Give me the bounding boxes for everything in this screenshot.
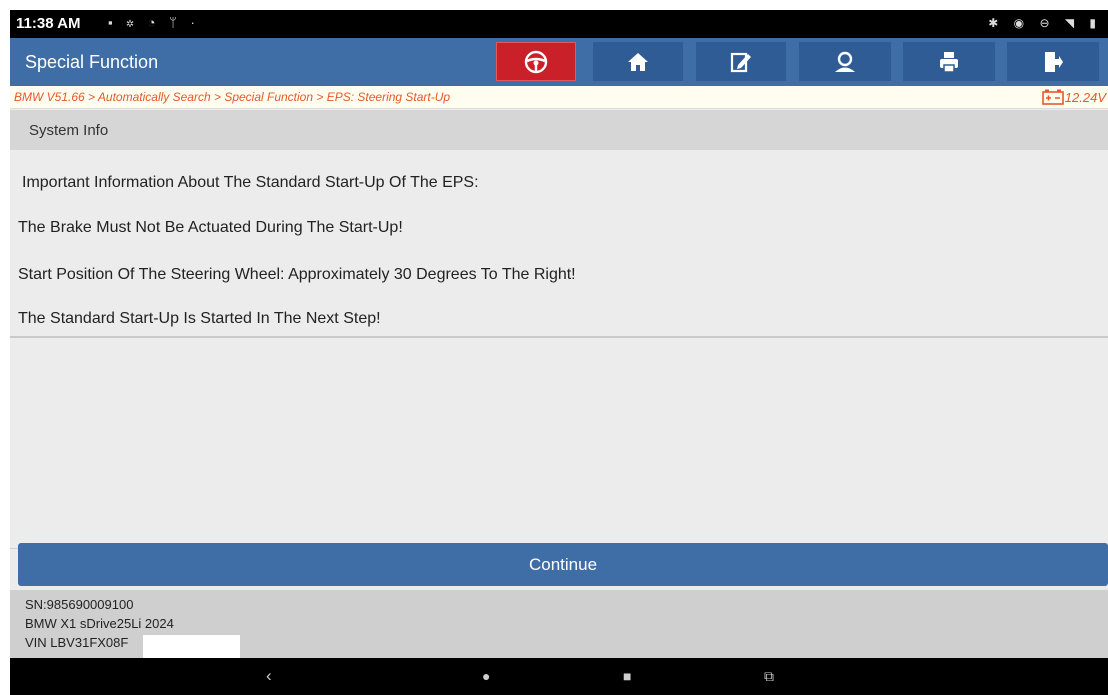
voltage-value: 12.24V — [1064, 89, 1106, 105]
section-header: System Info — [10, 110, 1108, 150]
message-line: Start Position Of The Steering Wheel: Ap… — [18, 266, 576, 283]
app-window: 11:38 AM ▪ ✲ ◔ ᛘ · ✱ ◉ ⊖ ◥ ▮ Special Fun… — [10, 10, 1108, 695]
serial-number: SN:985690009100 — [25, 597, 134, 612]
empty-area — [10, 340, 1108, 549]
steering-wheel-icon — [524, 50, 548, 73]
edit-button[interactable] — [696, 42, 786, 81]
message-area: Important Information About The Standard… — [10, 150, 1108, 338]
print-button[interactable] — [903, 42, 995, 81]
edit-icon — [730, 52, 751, 72]
battery-voltage: 12.24V — [1041, 89, 1106, 105]
breadcrumb-path: BMW V51.66 > Automatically Search > Spec… — [14, 90, 451, 104]
print-icon — [940, 51, 958, 73]
status-system-icons: ✱ ◉ ⊖ ◥ ▮ — [988, 16, 1102, 30]
navigation-bar: ‹ ● ■ ⧉ — [10, 658, 1108, 695]
status-time: 11:38 AM — [16, 15, 81, 32]
home-button[interactable] — [593, 42, 683, 81]
car-battery-icon — [1041, 89, 1064, 105]
vin-number: VIN LBV31FX08F — [25, 635, 129, 650]
message-line: Important Information About The Standard… — [22, 174, 479, 191]
status-notification-icons: ▪ ✲ ◔ ᛘ · — [108, 15, 200, 30]
exit-button[interactable] — [1007, 42, 1099, 81]
continue-button[interactable]: Continue — [18, 543, 1108, 586]
steering-wheel-button[interactable] — [496, 42, 576, 81]
vehicle-model: BMW X1 sDrive25Li 2024 — [25, 616, 174, 631]
exit-icon — [1045, 51, 1063, 72]
screenshot-icon[interactable]: ⧉ — [764, 667, 774, 685]
account-icon — [835, 51, 855, 72]
account-button[interactable] — [799, 42, 891, 81]
page-title: Special Function — [25, 52, 159, 72]
status-bar: 11:38 AM ▪ ✲ ◔ ᛘ · ✱ ◉ ⊖ ◥ ▮ — [10, 10, 1108, 38]
back-icon[interactable]: ‹ — [266, 667, 272, 685]
message-line: The Brake Must Not Be Actuated During Th… — [18, 219, 403, 236]
title-bar: Special Function — [10, 38, 1108, 86]
message-line: The Standard Start-Up Is Started In The … — [18, 310, 381, 327]
home-icon — [628, 52, 648, 71]
home-nav-icon[interactable]: ● — [482, 667, 490, 685]
recents-icon[interactable]: ■ — [623, 667, 631, 685]
breadcrumb: BMW V51.66 > Automatically Search > Spec… — [10, 86, 1108, 109]
section-title: System Info — [29, 122, 109, 139]
